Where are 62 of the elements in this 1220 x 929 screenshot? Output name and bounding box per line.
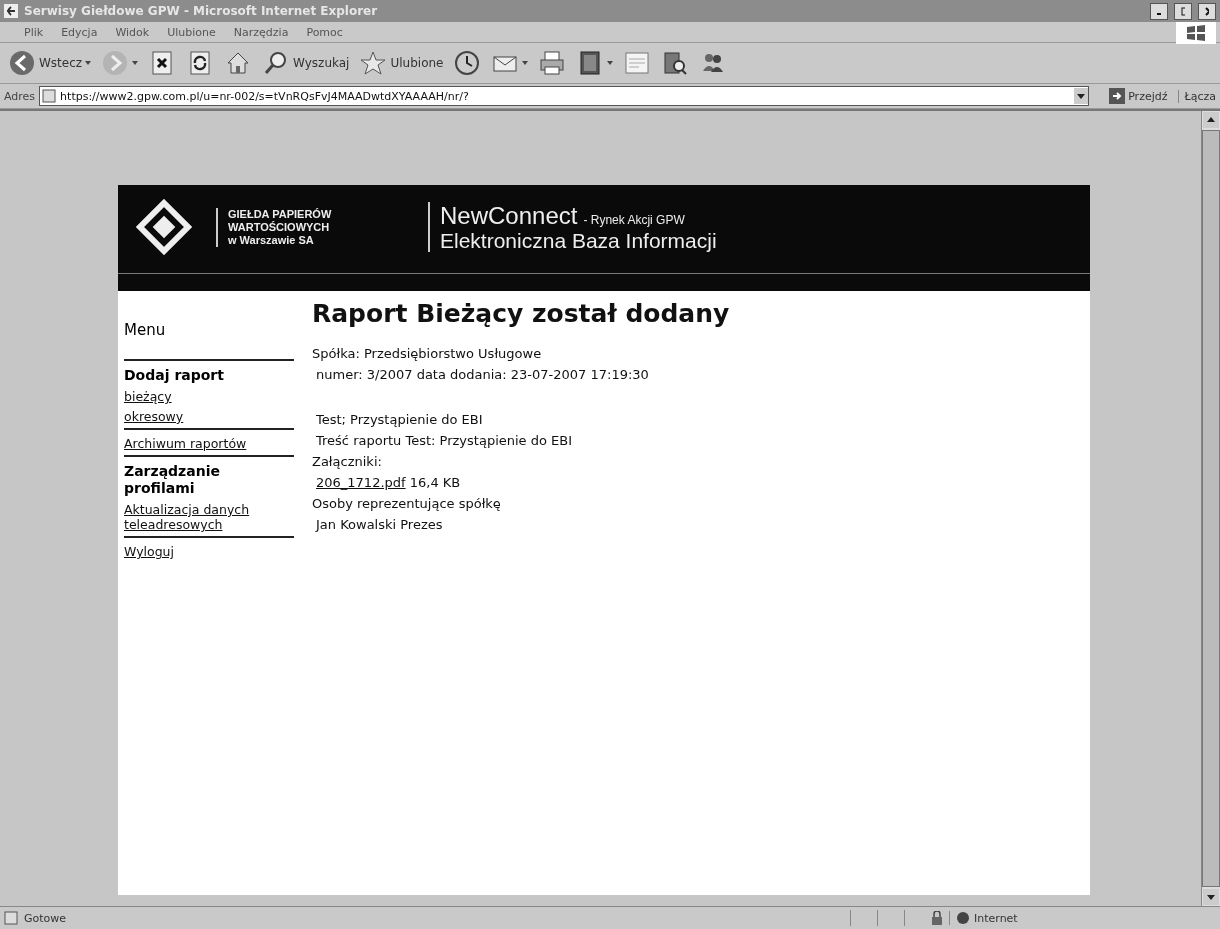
menu-link[interactable]: Archiwum raportów — [124, 436, 294, 451]
menu-item[interactable]: Ulubione — [167, 25, 216, 39]
report-info: numer: 3/2007 data dodania: 23-07-2007 17:19:30 — [315, 367, 650, 382]
page-title: Raport Bieżący został dodany — [312, 299, 731, 328]
address-field[interactable]: https://www2.gpw.com.pl/u=nr-002/s=tVnRQsFvJ4MAADwtdXYAAAAH/nr/? — [39, 86, 1090, 106]
logo-text: w Warszawie SA — [228, 233, 315, 247]
logo-icon — [136, 199, 192, 255]
lock-icon — [931, 911, 943, 925]
caret-icon — [132, 61, 139, 65]
page-icon — [4, 911, 18, 925]
brand-tagline: - Rynek Akcji GPW — [583, 213, 685, 227]
caret-icon — [522, 61, 529, 65]
close-button[interactable] — [1198, 2, 1216, 20]
address-label: Adres — [4, 89, 36, 103]
toolbar-button[interactable]: Wstecz — [6, 47, 94, 79]
windows-logo-icon — [1176, 22, 1216, 44]
representative-text: Jan Kowalski Prezes — [314, 517, 444, 532]
menu-link[interactable]: bieżący — [124, 389, 294, 404]
menu-item[interactable]: Edycja — [61, 25, 98, 39]
menu-link[interactable]: Wyloguj — [124, 544, 294, 559]
scrollbar[interactable] — [1201, 111, 1220, 906]
logo-text: GIEŁDA PAPIERÓW — [228, 207, 333, 221]
attachments-label: Załączniki: — [312, 454, 383, 469]
menu-title: Menu — [124, 321, 167, 339]
company-text: Spółka: Przedsiębiorstwo Usługowe — [312, 346, 543, 361]
links-button[interactable]: Łącza — [1177, 89, 1216, 103]
zone-text: Internet — [974, 911, 1018, 925]
favorites-icon — [359, 49, 388, 77]
status-text: Gotowe — [24, 911, 68, 925]
menu-item[interactable]: Plik — [24, 25, 44, 39]
page-icon — [42, 89, 57, 103]
menu-heading: Dodaj raport — [124, 367, 225, 384]
forward-icon — [101, 49, 130, 77]
report-subject: Test; Przystąpienie do EBI — [315, 412, 484, 427]
menu-item[interactable]: Pomoc — [306, 25, 343, 39]
discuss-icon — [623, 49, 652, 77]
caret-icon — [85, 61, 92, 65]
minimize-button[interactable] — [1150, 2, 1168, 20]
report-body: Treść raportu Test: Przystąpienie do EBI — [315, 433, 574, 448]
print-icon — [538, 49, 567, 77]
dropdown-icon — [1074, 88, 1089, 104]
header-subtitle: Elektroniczna Baza Informacji — [440, 230, 717, 252]
caret-icon — [607, 61, 614, 65]
browser-icon — [4, 4, 18, 18]
menu-item[interactable]: Widok — [115, 25, 150, 39]
menu-item[interactable]: Narzędzia — [233, 25, 289, 39]
menu-heading: Zarządzanie profilami — [124, 463, 221, 497]
window-title: Serwisy Giełdowe GPW - Microsoft Internet Explorer — [24, 4, 379, 18]
maximize-button[interactable] — [1174, 2, 1192, 20]
brand-name: NewConnect — [440, 202, 578, 230]
go-button[interactable]: Przejdź — [1103, 87, 1174, 105]
file-size: 16,4 KB — [409, 475, 461, 490]
logo-text: WARTOŚCIOWYCH — [228, 220, 331, 234]
scroll-down-icon — [1203, 889, 1219, 905]
back-icon — [8, 49, 36, 77]
menu-link[interactable]: Aktualizacja danych teleadresowych — [124, 502, 294, 532]
toolbar-button[interactable]: Wyszukaj — [260, 47, 352, 79]
representatives-label: Osoby reprezentujące spółkę — [312, 496, 502, 511]
menu-link[interactable]: okresowy — [124, 409, 294, 424]
attachment-link[interactable]: 206_1712.pdf — [316, 475, 406, 490]
history-icon — [453, 49, 482, 77]
toolbar-button[interactable]: Ulubione — [357, 47, 446, 79]
